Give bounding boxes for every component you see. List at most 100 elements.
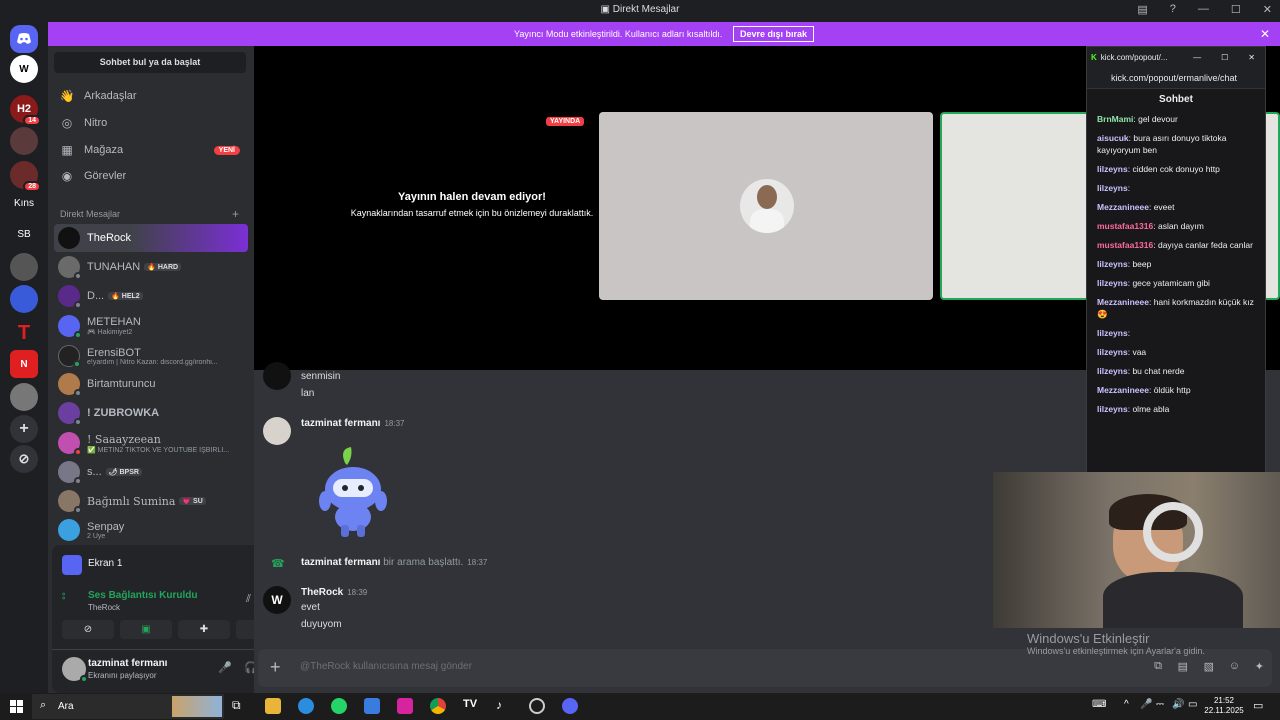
find-conversation-button[interactable]: Sohbet bul ya da başlat [54,52,246,73]
file-explorer-icon[interactable] [265,698,281,714]
sticker-icon[interactable]: ▧ [1204,660,1214,673]
gift-icon[interactable]: ⧉ [1154,660,1162,673]
chat-username[interactable]: mustafaa1316 [1097,221,1153,231]
nav-friends[interactable]: 👋 Arkadaşlar [54,84,246,108]
server-icon[interactable] [10,253,38,281]
user-avatar[interactable] [62,657,88,683]
nav-nitro[interactable]: ◎ Nitro [54,111,246,135]
dm-item[interactable]: Bağımlı Sumina 💗 SU [54,487,248,515]
activities-button[interactable]: ✚ [178,620,230,639]
dm-item[interactable]: TUNAHAN 🔥 HARD [54,253,248,281]
keyboard-icon[interactable]: ⌨ [1092,699,1106,710]
app-icon[interactable] [529,698,545,714]
server-icon-kins[interactable]: Kıns [10,189,38,217]
dm-item[interactable]: ! Saaayzeean ✅ METİN2 TİKTOK VE YOUTUBE İ… [54,429,248,457]
chat-username[interactable]: lilzeyns [1097,328,1128,338]
chat-username[interactable]: Mezzanineee [1097,202,1149,212]
dm-item[interactable]: ErensiBOT e!yardım | Nitro Kazan: discord… [54,342,248,370]
attach-plus-icon[interactable]: + [270,657,281,678]
tray-chevron-icon[interactable]: ^ [1124,699,1129,710]
dm-item[interactable]: METEHAN 🎮 Hakimiyet2 [54,312,248,340]
chat-username[interactable]: Mezzanineee [1097,297,1149,307]
voice-status[interactable]: Ses Bağlantısı Kuruldu [88,590,197,601]
server-icon[interactable]: N [10,350,38,378]
server-icon[interactable]: W [10,55,38,83]
server-icon[interactable]: 28 [10,161,41,192]
maximize-button[interactable]: ☐ [1231,3,1241,16]
tradingview-icon[interactable]: TV [463,698,479,714]
taskbar-search[interactable]: ⌕ Ara [32,694,224,719]
help-icon[interactable]: ? [1170,3,1176,16]
message-author[interactable]: TheRock 18:39 [301,587,367,598]
server-icon[interactable] [10,383,38,411]
popout-url[interactable]: kick.com/popout/ermanlive/chat [1087,67,1265,89]
chrome-icon[interactable] [430,698,446,714]
create-dm-icon[interactable]: + [232,207,239,221]
nav-quests[interactable]: ◉ Görevler [54,164,246,188]
notification-icon[interactable]: ▭ [1253,699,1263,712]
chat-username[interactable]: lilzeyns [1097,347,1128,357]
volume-icon[interactable]: 🔊 [1172,699,1184,710]
chat-username[interactable]: lilzeyns [1097,366,1128,376]
dm-item[interactable]: s... 🌶 BPSR [54,458,248,486]
instagram-icon[interactable] [397,698,413,714]
avatar[interactable]: W [263,586,291,614]
whatsapp-icon[interactable] [331,698,347,714]
dm-item[interactable]: D... 🔥 HEL2 [54,282,248,310]
server-icon-sb[interactable]: SB [10,220,38,248]
avatar[interactable] [263,417,291,445]
network-icon[interactable]: ⎓ [1156,699,1164,710]
camera-button[interactable]: ⊘ [62,620,114,639]
clock[interactable]: 21:52 22.11.2025 [1203,696,1245,716]
edge-icon[interactable] [298,698,314,714]
apps-icon[interactable]: ✦ [1255,660,1264,673]
tray-mic-icon[interactable]: 🎤 [1140,699,1152,710]
message-input[interactable]: @TheRock kullanıcısına mesaj gönder [300,661,472,672]
server-icon[interactable]: T [10,319,38,347]
minimize-button[interactable]: — [1198,3,1209,16]
close-button[interactable]: ✕ [1248,53,1255,62]
tiktok-icon[interactable]: ♪ [496,698,512,714]
dm-item[interactable]: ! ZUBROWKA [54,399,248,427]
screen-share-button[interactable]: ▣ [120,620,172,639]
message-author[interactable]: tazminat fermanı 18:37 [301,418,405,429]
server-icon[interactable]: H2 14 [10,95,41,126]
server-icon[interactable] [10,285,38,313]
start-button[interactable] [10,700,23,713]
noise-suppression-icon[interactable]: ⫽ [246,593,251,606]
chat-username[interactable]: lilzeyns [1097,259,1128,269]
discord-taskbar-icon[interactable] [562,698,578,714]
chat-username[interactable]: mustafaa1316 [1097,240,1153,250]
dm-item[interactable]: Birtamturuncu [54,370,248,398]
call-text: tazminat fermanı bir arama başlattı. 18:3… [301,557,488,568]
nav-shop[interactable]: ▦ Mağaza YENİ [54,138,246,162]
chat-username[interactable]: Mezzanineee [1097,385,1149,395]
maximize-button[interactable]: ☐ [1221,53,1228,62]
chat-username[interactable]: aisucuk [1097,133,1129,143]
microphone-icon[interactable]: 🎤 [218,661,232,674]
chat-username[interactable]: lilzeyns [1097,404,1128,414]
stream-paused-title: Yayının halen devam ediyor! [398,191,546,203]
chat-username[interactable]: BrnMami [1097,114,1133,124]
chat-username[interactable]: lilzeyns [1097,164,1128,174]
close-icon[interactable]: ✕ [1260,22,1270,46]
add-server-icon[interactable]: + [10,415,38,443]
discover-icon[interactable]: ⊘ [10,445,38,473]
discord-home-icon[interactable] [10,25,38,53]
server-icon[interactable] [10,127,38,155]
message-author[interactable]: tazminat fermanı [301,557,380,568]
dm-item[interactable]: TheRock [54,224,248,252]
task-view-icon[interactable]: ⧉ [232,698,248,714]
store-icon[interactable] [364,698,380,714]
battery-icon[interactable]: ▭ [1188,699,1197,710]
gif-icon[interactable]: ▤ [1178,660,1188,673]
participant-tile[interactable] [599,112,933,300]
inbox-icon[interactable]: ▤ [1137,3,1147,16]
close-button[interactable]: ✕ [1263,3,1272,16]
chat-username[interactable]: lilzeyns [1097,183,1128,193]
minimize-button[interactable]: — [1193,53,1201,62]
disable-streamer-mode-button[interactable]: Devre dışı bırak [732,26,814,42]
emoji-icon[interactable]: ☺ [1229,660,1240,672]
chat-username[interactable]: lilzeyns [1097,278,1128,288]
dm-item[interactable]: Senpay 2 Üye [54,516,248,544]
